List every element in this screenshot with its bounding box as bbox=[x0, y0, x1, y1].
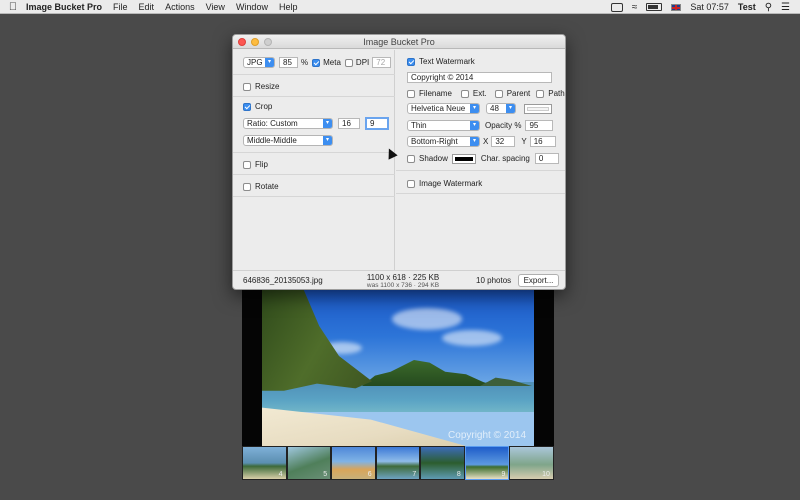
app-menu[interactable]: Image Bucket Pro bbox=[26, 2, 102, 12]
watermark-text-field[interactable]: Copyright © 2014 bbox=[407, 72, 552, 83]
user-menu[interactable]: Test bbox=[738, 2, 756, 12]
zoom-window-button[interactable] bbox=[264, 38, 272, 46]
ext-checkbox[interactable] bbox=[460, 89, 469, 98]
thumbnail-selected[interactable]: 9 bbox=[464, 446, 510, 480]
filename-checkbox[interactable] bbox=[407, 89, 415, 98]
menu-view[interactable]: View bbox=[206, 2, 225, 12]
filmstrip: 4 5 6 7 8 9 10 bbox=[242, 446, 554, 480]
crop-ratio-popup[interactable]: Ratio: Custom ▾ bbox=[243, 118, 333, 129]
crop-anchor-popup[interactable]: Middle-Middle ▾ bbox=[243, 135, 333, 146]
input-source-flag-icon[interactable] bbox=[671, 3, 682, 11]
menu-actions[interactable]: Actions bbox=[165, 2, 195, 12]
x-offset-field[interactable]: 32 bbox=[491, 136, 516, 147]
preview-photo: Copyright © 2014 bbox=[262, 290, 534, 446]
thumbnail[interactable]: 5 bbox=[286, 446, 332, 480]
font-size-combo[interactable]: 48 ▾ bbox=[486, 103, 516, 114]
dpi-label: DPI bbox=[355, 58, 370, 67]
quality-unit-label: % bbox=[301, 58, 309, 67]
quality-field[interactable]: 85 bbox=[279, 57, 298, 68]
menu-edit[interactable]: Edit bbox=[139, 2, 155, 12]
thumbnail[interactable]: 6 bbox=[331, 446, 376, 480]
ext-label: Ext. bbox=[472, 89, 487, 98]
path-checkbox[interactable] bbox=[536, 89, 545, 98]
path-label: Path bbox=[548, 89, 565, 98]
font-popup[interactable]: Helvetica Neue ▾ bbox=[407, 103, 480, 114]
thumbnail[interactable]: 10 bbox=[509, 446, 554, 480]
image-watermark-checkbox[interactable] bbox=[407, 179, 415, 188]
shadow-label: Shadow bbox=[419, 154, 448, 163]
main-window: Image Bucket Pro JPG ▾ 85 % Meta DPI 72 R… bbox=[232, 34, 566, 290]
x-label: X bbox=[483, 137, 489, 146]
spotlight-search-icon[interactable]: ⚲ bbox=[765, 2, 772, 13]
thumbnail[interactable]: 8 bbox=[420, 446, 465, 480]
meta-checkbox[interactable] bbox=[312, 58, 321, 67]
rotate-label: Rotate bbox=[255, 182, 279, 191]
parent-checkbox[interactable] bbox=[494, 89, 503, 98]
filename-label: Filename bbox=[419, 89, 452, 98]
text-watermark-label: Text Watermark bbox=[419, 57, 475, 66]
wifi-icon[interactable]: ≈ bbox=[632, 2, 638, 13]
thumbnail[interactable]: 4 bbox=[242, 446, 287, 480]
char-spacing-label: Char. spacing bbox=[480, 154, 530, 163]
parent-label: Parent bbox=[506, 89, 531, 98]
menu-window[interactable]: Window bbox=[236, 2, 268, 12]
current-filename: 646836_20135053.jpg bbox=[243, 276, 323, 285]
export-button[interactable]: Export... bbox=[518, 274, 559, 287]
status-bar: 646836_20135053.jpg 1100 x 618 · 225 KB … bbox=[233, 270, 565, 289]
original-dimensions: was 1100 x 736 · 294 KB bbox=[366, 282, 440, 289]
shadow-checkbox[interactable] bbox=[407, 154, 415, 163]
char-spacing-field[interactable]: 0 bbox=[534, 153, 559, 164]
watermark-position-popup[interactable]: Bottom-Right ▾ bbox=[407, 136, 480, 147]
close-window-button[interactable] bbox=[238, 38, 246, 46]
text-watermark-checkbox[interactable] bbox=[407, 57, 415, 66]
thumbnail[interactable]: 7 bbox=[375, 446, 421, 480]
battery-icon[interactable] bbox=[646, 3, 663, 11]
flip-label: Flip bbox=[255, 160, 268, 169]
text-color-well[interactable] bbox=[524, 103, 552, 114]
opacity-label: Opacity % bbox=[485, 121, 522, 130]
crop-height-field[interactable]: 9 bbox=[365, 117, 389, 130]
notification-center-icon[interactable]: ☰ bbox=[781, 2, 790, 13]
meta-label: Meta bbox=[323, 58, 341, 67]
y-label: Y bbox=[521, 137, 527, 146]
screen-mirroring-icon[interactable] bbox=[610, 2, 623, 12]
menu-file[interactable]: File bbox=[113, 2, 128, 12]
flip-checkbox[interactable] bbox=[243, 160, 251, 169]
clock[interactable]: Sat 07:57 bbox=[690, 2, 729, 12]
output-dimensions: 1100 x 618 · 225 KB bbox=[366, 273, 440, 282]
menu-help[interactable]: Help bbox=[279, 2, 298, 12]
image-watermark-label: Image Watermark bbox=[419, 179, 483, 188]
minimize-window-button[interactable] bbox=[251, 38, 259, 46]
transform-panel: JPG ▾ 85 % Meta DPI 72 Resize Crop Ratio:… bbox=[233, 50, 395, 270]
resize-checkbox[interactable] bbox=[243, 82, 251, 91]
shadow-color-well[interactable] bbox=[451, 153, 476, 164]
dpi-field[interactable]: 72 bbox=[372, 57, 392, 68]
status-area: ≈ Sat 07:57 Test ⚲ ☰ bbox=[610, 0, 790, 14]
format-popup[interactable]: JPG ▾ bbox=[243, 57, 275, 68]
image-preview: Copyright © 2014 bbox=[242, 290, 554, 446]
window-title: Image Bucket Pro bbox=[363, 37, 435, 47]
y-offset-field[interactable]: 16 bbox=[529, 136, 556, 147]
crop-width-field[interactable]: 16 bbox=[338, 118, 360, 129]
dpi-checkbox[interactable] bbox=[344, 58, 353, 67]
photo-count: 10 photos bbox=[476, 276, 512, 285]
crop-checkbox[interactable] bbox=[243, 102, 251, 111]
font-weight-popup[interactable]: Thin ▾ bbox=[407, 120, 480, 131]
crop-label: Crop bbox=[255, 102, 273, 111]
resize-label: Resize bbox=[255, 82, 280, 91]
watermark-panel: Text Watermark Copyright © 2014 Filename… bbox=[396, 50, 565, 270]
preview-watermark-text: Copyright © 2014 bbox=[448, 430, 526, 441]
rotate-checkbox[interactable] bbox=[243, 182, 251, 191]
menubar:  Image Bucket Pro File Edit Actions Vie… bbox=[0, 0, 800, 14]
opacity-field[interactable]: 95 bbox=[525, 120, 554, 131]
window-titlebar[interactable]: Image Bucket Pro bbox=[233, 35, 565, 49]
apple-icon[interactable]:  bbox=[0, 0, 26, 14]
